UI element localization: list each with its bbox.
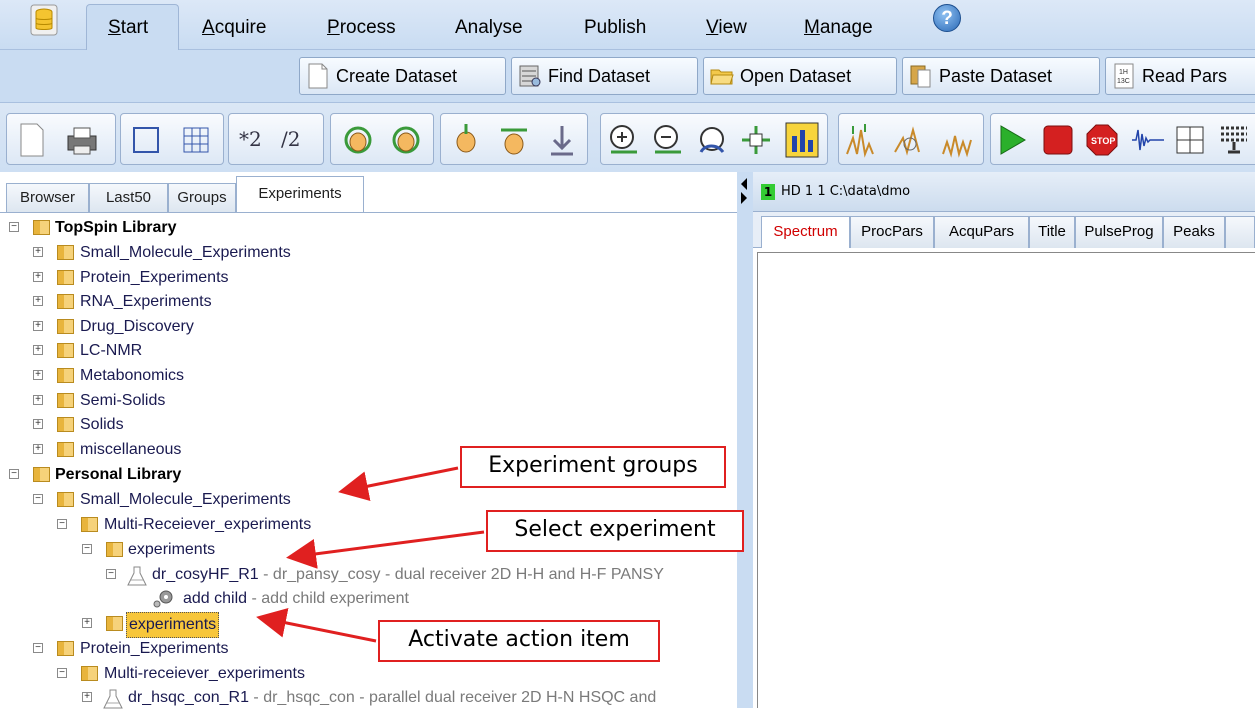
arrow-select-experiment: [286, 530, 485, 569]
arrow-activate-action: [256, 608, 377, 643]
callout-arrows: [256, 466, 485, 643]
arrow-experiment-groups: [338, 466, 459, 501]
